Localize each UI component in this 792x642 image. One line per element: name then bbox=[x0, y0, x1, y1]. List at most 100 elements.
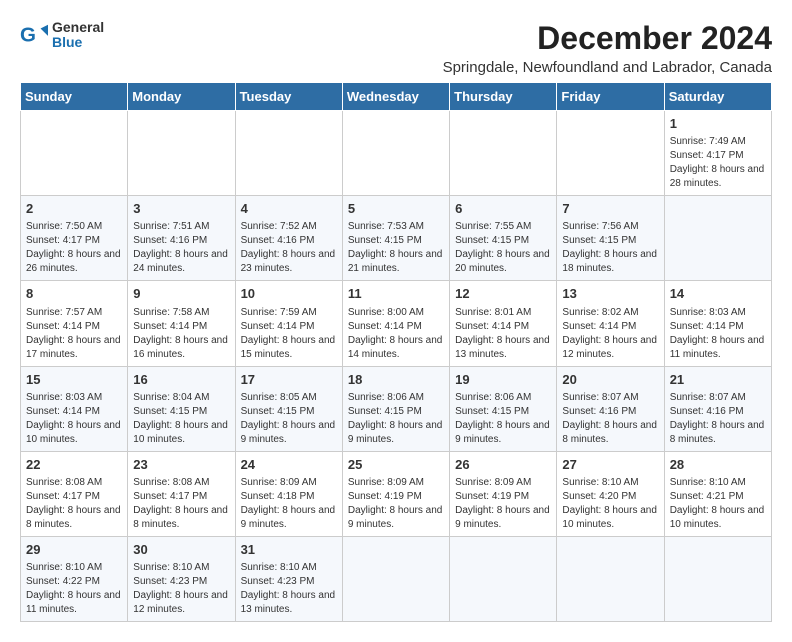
col-header-thursday: Thursday bbox=[450, 83, 557, 111]
calendar-cell: 11 Sunrise: 8:00 AMSunset: 4:14 PMDayligh… bbox=[342, 281, 449, 366]
day-info: Sunrise: 7:53 AMSunset: 4:15 PMDaylight:… bbox=[348, 220, 444, 276]
day-number: 13 bbox=[562, 285, 658, 303]
calendar-cell: 16 Sunrise: 8:04 AMSunset: 4:15 PMDayligh… bbox=[128, 366, 235, 451]
calendar-cell: 1Sunrise: 7:49 AMSunset: 4:17 PMDaylight… bbox=[664, 111, 771, 196]
day-info: Sunrise: 7:50 AMSunset: 4:17 PMDaylight:… bbox=[26, 220, 122, 276]
day-number: 7 bbox=[562, 200, 658, 218]
calendar-week-row: 15 Sunrise: 8:03 AMSunset: 4:14 PMDayligh… bbox=[21, 366, 772, 451]
day-info: Sunrise: 7:58 AMSunset: 4:14 PMDaylight:… bbox=[133, 306, 229, 362]
calendar-cell bbox=[450, 111, 557, 196]
calendar-cell: 23 Sunrise: 8:08 AMSunset: 4:17 PMDayligh… bbox=[128, 451, 235, 536]
col-header-friday: Friday bbox=[557, 83, 664, 111]
month-title: December 2024 bbox=[443, 20, 772, 57]
calendar-cell: 13 Sunrise: 8:02 AMSunset: 4:14 PMDayligh… bbox=[557, 281, 664, 366]
day-number: 12 bbox=[455, 285, 551, 303]
header: G General Blue December 2024 Springdale,… bbox=[20, 20, 772, 76]
day-number: 4 bbox=[241, 200, 337, 218]
col-header-sunday: Sunday bbox=[21, 83, 128, 111]
day-info: Sunrise: 7:49 AMSunset: 4:17 PMDaylight:… bbox=[670, 135, 766, 191]
day-number: 3 bbox=[133, 200, 229, 218]
day-info: Sunrise: 8:10 AMSunset: 4:22 PMDaylight:… bbox=[26, 561, 122, 617]
calendar-cell bbox=[235, 111, 342, 196]
calendar-week-row: 22 Sunrise: 8:08 AMSunset: 4:17 PMDayligh… bbox=[21, 451, 772, 536]
day-info: Sunrise: 7:51 AMSunset: 4:16 PMDaylight:… bbox=[133, 220, 229, 276]
calendar-cell: 30Sunrise: 8:10 AMSunset: 4:23 PMDayligh… bbox=[128, 536, 235, 621]
calendar-table: SundayMondayTuesdayWednesdayThursdayFrid… bbox=[20, 82, 772, 622]
calendar-cell: 14Sunrise: 8:03 AMSunset: 4:14 PMDayligh… bbox=[664, 281, 771, 366]
day-info: Sunrise: 8:09 AMSunset: 4:19 PMDaylight:… bbox=[348, 476, 444, 532]
calendar-cell bbox=[557, 536, 664, 621]
day-info: Sunrise: 8:10 AMSunset: 4:20 PMDaylight:… bbox=[562, 476, 658, 532]
calendar-cell: 5 Sunrise: 7:53 AMSunset: 4:15 PMDaylight… bbox=[342, 196, 449, 281]
day-info: Sunrise: 8:04 AMSunset: 4:15 PMDaylight:… bbox=[133, 391, 229, 447]
location-title: Springdale, Newfoundland and Labrador, C… bbox=[443, 59, 772, 76]
day-info: Sunrise: 8:01 AMSunset: 4:14 PMDaylight:… bbox=[455, 306, 551, 362]
day-number: 23 bbox=[133, 456, 229, 474]
day-number: 10 bbox=[241, 285, 337, 303]
day-number: 25 bbox=[348, 456, 444, 474]
day-number: 21 bbox=[670, 371, 766, 389]
day-number: 5 bbox=[348, 200, 444, 218]
calendar-cell: 17 Sunrise: 8:05 AMSunset: 4:15 PMDayligh… bbox=[235, 366, 342, 451]
day-info: Sunrise: 8:03 AMSunset: 4:14 PMDaylight:… bbox=[670, 306, 766, 362]
day-info: Sunrise: 8:10 AMSunset: 4:23 PMDaylight:… bbox=[133, 561, 229, 617]
calendar-header-row: SundayMondayTuesdayWednesdayThursdayFrid… bbox=[21, 83, 772, 111]
calendar-cell: 19Sunrise: 8:06 AMSunset: 4:15 PMDayligh… bbox=[450, 366, 557, 451]
calendar-cell: 28Sunrise: 8:10 AMSunset: 4:21 PMDayligh… bbox=[664, 451, 771, 536]
calendar-cell: 2 Sunrise: 7:50 AMSunset: 4:17 PMDaylight… bbox=[21, 196, 128, 281]
svg-text:G: G bbox=[20, 24, 36, 47]
day-number: 20 bbox=[562, 371, 658, 389]
day-info: Sunrise: 8:00 AMSunset: 4:14 PMDaylight:… bbox=[348, 306, 444, 362]
col-header-wednesday: Wednesday bbox=[342, 83, 449, 111]
day-number: 22 bbox=[26, 456, 122, 474]
calendar-cell: 4 Sunrise: 7:52 AMSunset: 4:16 PMDaylight… bbox=[235, 196, 342, 281]
day-number: 18 bbox=[348, 371, 444, 389]
day-number: 9 bbox=[133, 285, 229, 303]
day-number: 6 bbox=[455, 200, 551, 218]
day-info: Sunrise: 8:06 AMSunset: 4:15 PMDaylight:… bbox=[348, 391, 444, 447]
day-number: 19 bbox=[455, 371, 551, 389]
day-info: Sunrise: 7:56 AMSunset: 4:15 PMDaylight:… bbox=[562, 220, 658, 276]
calendar-cell: 29Sunrise: 8:10 AMSunset: 4:22 PMDayligh… bbox=[21, 536, 128, 621]
calendar-cell: 12 Sunrise: 8:01 AMSunset: 4:14 PMDayligh… bbox=[450, 281, 557, 366]
day-number: 2 bbox=[26, 200, 122, 218]
title-area: December 2024 Springdale, Newfoundland a… bbox=[443, 20, 772, 76]
day-number: 31 bbox=[241, 541, 337, 559]
day-info: Sunrise: 8:10 AMSunset: 4:23 PMDaylight:… bbox=[241, 561, 337, 617]
day-number: 26 bbox=[455, 456, 551, 474]
day-info: Sunrise: 7:52 AMSunset: 4:16 PMDaylight:… bbox=[241, 220, 337, 276]
day-info: Sunrise: 8:08 AMSunset: 4:17 PMDaylight:… bbox=[133, 476, 229, 532]
day-number: 28 bbox=[670, 456, 766, 474]
day-info: Sunrise: 8:09 AMSunset: 4:18 PMDaylight:… bbox=[241, 476, 337, 532]
day-info: Sunrise: 8:02 AMSunset: 4:14 PMDaylight:… bbox=[562, 306, 658, 362]
calendar-cell: 20 Sunrise: 8:07 AMSunset: 4:16 PMDayligh… bbox=[557, 366, 664, 451]
day-number: 15 bbox=[26, 371, 122, 389]
day-number: 8 bbox=[26, 285, 122, 303]
day-info: Sunrise: 8:07 AMSunset: 4:16 PMDaylight:… bbox=[562, 391, 658, 447]
calendar-cell bbox=[342, 111, 449, 196]
calendar-cell: 9 Sunrise: 7:58 AMSunset: 4:14 PMDaylight… bbox=[128, 281, 235, 366]
calendar-cell bbox=[664, 536, 771, 621]
calendar-cell: 31 Sunrise: 8:10 AMSunset: 4:23 PMDayligh… bbox=[235, 536, 342, 621]
calendar-cell: 18 Sunrise: 8:06 AMSunset: 4:15 PMDayligh… bbox=[342, 366, 449, 451]
calendar-cell: 24 Sunrise: 8:09 AMSunset: 4:18 PMDayligh… bbox=[235, 451, 342, 536]
day-info: Sunrise: 8:03 AMSunset: 4:14 PMDaylight:… bbox=[26, 391, 122, 447]
calendar-cell bbox=[342, 536, 449, 621]
day-number: 17 bbox=[241, 371, 337, 389]
calendar-week-row: 8Sunrise: 7:57 AMSunset: 4:14 PMDaylight… bbox=[21, 281, 772, 366]
day-number: 24 bbox=[241, 456, 337, 474]
calendar-cell: 10Sunrise: 7:59 AMSunset: 4:14 PMDayligh… bbox=[235, 281, 342, 366]
calendar-cell: 3 Sunrise: 7:51 AMSunset: 4:16 PMDaylight… bbox=[128, 196, 235, 281]
day-info: Sunrise: 8:05 AMSunset: 4:15 PMDaylight:… bbox=[241, 391, 337, 447]
day-number: 16 bbox=[133, 371, 229, 389]
calendar-cell bbox=[664, 196, 771, 281]
calendar-cell: 26 Sunrise: 8:09 AMSunset: 4:19 PMDayligh… bbox=[450, 451, 557, 536]
day-info: Sunrise: 8:09 AMSunset: 4:19 PMDaylight:… bbox=[455, 476, 551, 532]
calendar-cell: 25 Sunrise: 8:09 AMSunset: 4:19 PMDayligh… bbox=[342, 451, 449, 536]
day-info: Sunrise: 7:55 AMSunset: 4:15 PMDaylight:… bbox=[455, 220, 551, 276]
logo-icon: G bbox=[20, 21, 48, 49]
day-number: 11 bbox=[348, 285, 444, 303]
col-header-monday: Monday bbox=[128, 83, 235, 111]
calendar-cell bbox=[128, 111, 235, 196]
logo-text: General Blue bbox=[52, 20, 104, 51]
